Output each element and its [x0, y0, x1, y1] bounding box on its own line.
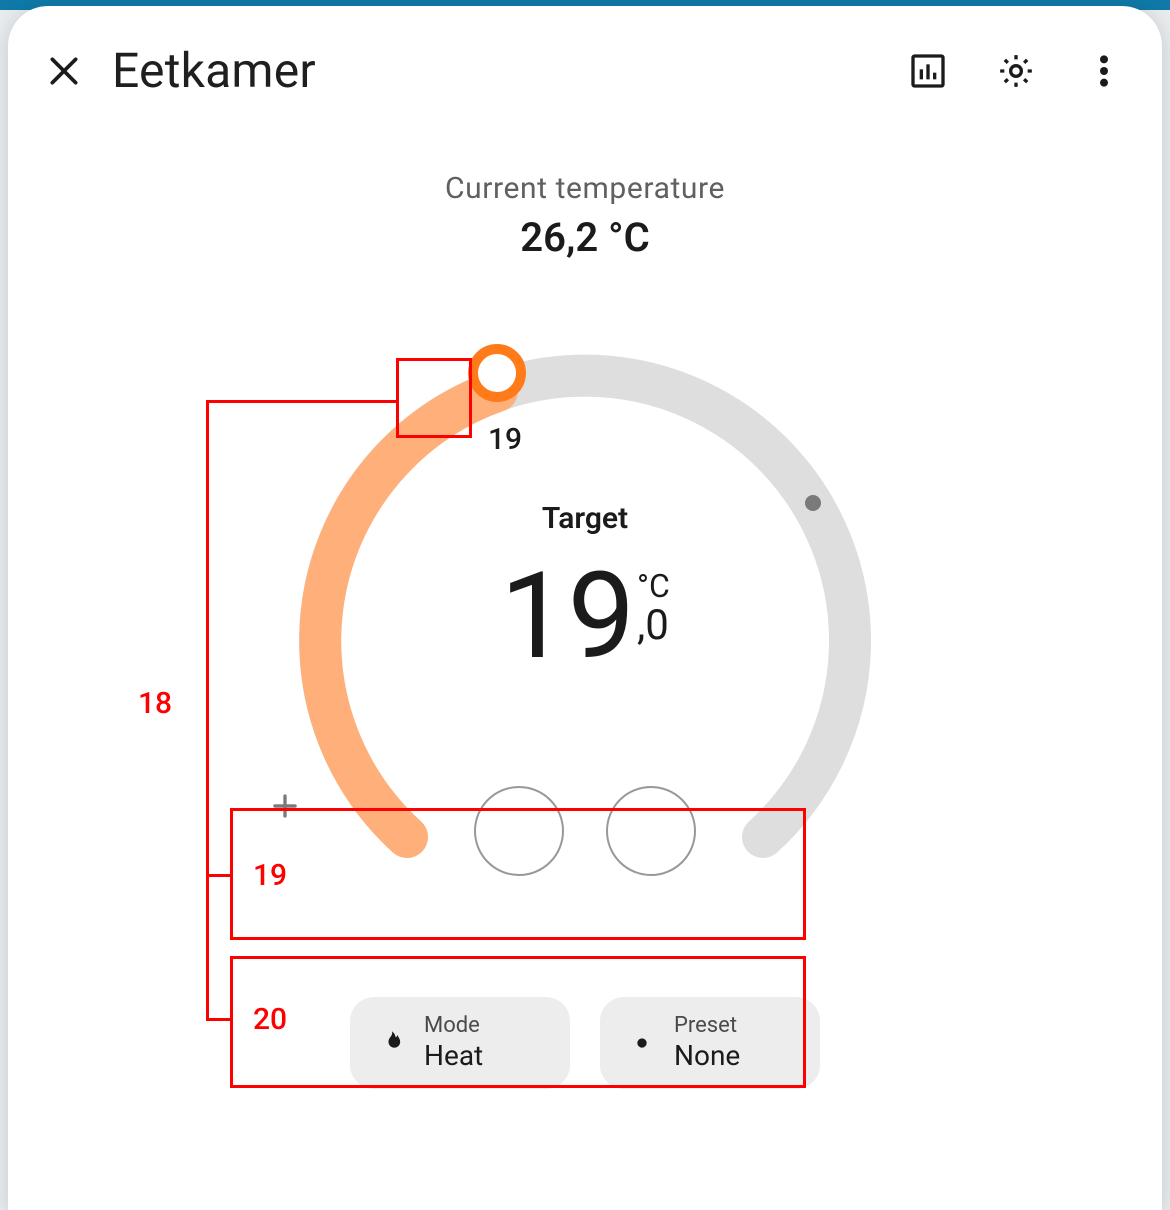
- decrease-button[interactable]: [474, 786, 564, 876]
- preset-label: Preset: [674, 1013, 737, 1039]
- thermostat-dial[interactable]: 19 Target 19 °C ,0: [265, 321, 905, 961]
- target-temp-display: 19 °C ,0: [265, 557, 905, 677]
- dot-icon: [628, 1029, 656, 1057]
- current-temp-label: Current temperature: [8, 171, 1162, 206]
- target-temp-frac: ,0: [637, 601, 669, 650]
- thermostat-modal: Eetkamer: [8, 6, 1162, 1210]
- current-temp-value: 26,2 °C: [8, 214, 1162, 261]
- flame-icon: [378, 1029, 406, 1057]
- target-temp-int: 19: [500, 557, 635, 677]
- page-title: Eetkamer: [112, 42, 880, 99]
- header-actions: [908, 51, 1118, 91]
- target-label: Target: [265, 501, 905, 536]
- mode-row: Mode Heat Preset None: [8, 997, 1162, 1089]
- increase-button[interactable]: [606, 786, 696, 876]
- thermostat-content: Current temperature 26,2 °C 19 Target 19…: [8, 99, 1162, 1089]
- mode-value: Heat: [424, 1039, 483, 1073]
- more-icon[interactable]: [1084, 51, 1108, 91]
- dial-tick-label: 19: [488, 422, 522, 457]
- preset-chip[interactable]: Preset None: [600, 997, 820, 1089]
- close-icon[interactable]: [44, 51, 84, 91]
- stats-icon[interactable]: [908, 51, 948, 91]
- modal-header: Eetkamer: [8, 6, 1162, 99]
- target-temp-unit: °C: [637, 567, 670, 605]
- gear-icon[interactable]: [996, 51, 1036, 91]
- stepper-row: [265, 786, 905, 876]
- preset-value: None: [674, 1039, 740, 1073]
- mode-chip[interactable]: Mode Heat: [350, 997, 570, 1089]
- mode-label: Mode: [424, 1013, 480, 1039]
